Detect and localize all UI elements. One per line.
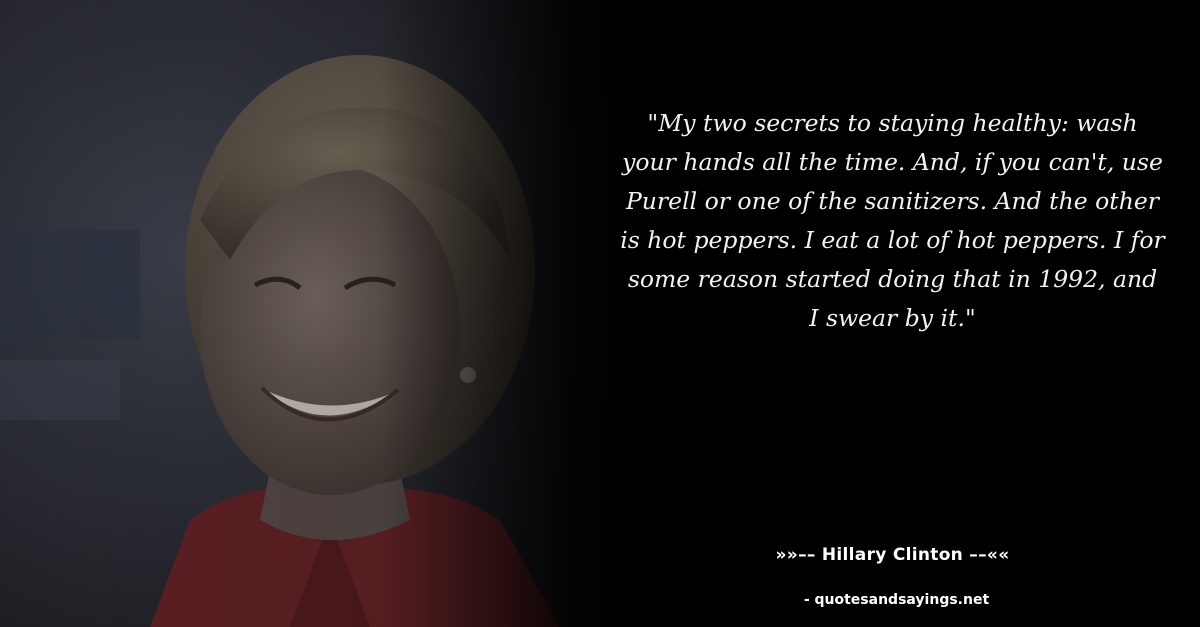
quote-text: "My two secrets to staying healthy: wash… <box>620 109 1165 332</box>
quote-card: "My two secrets to staying healthy: wash… <box>0 0 1200 627</box>
source-credit: - quotesandsayings.net <box>803 592 990 608</box>
author-line: »»–– Hillary Clinton ––«« <box>775 545 1010 565</box>
